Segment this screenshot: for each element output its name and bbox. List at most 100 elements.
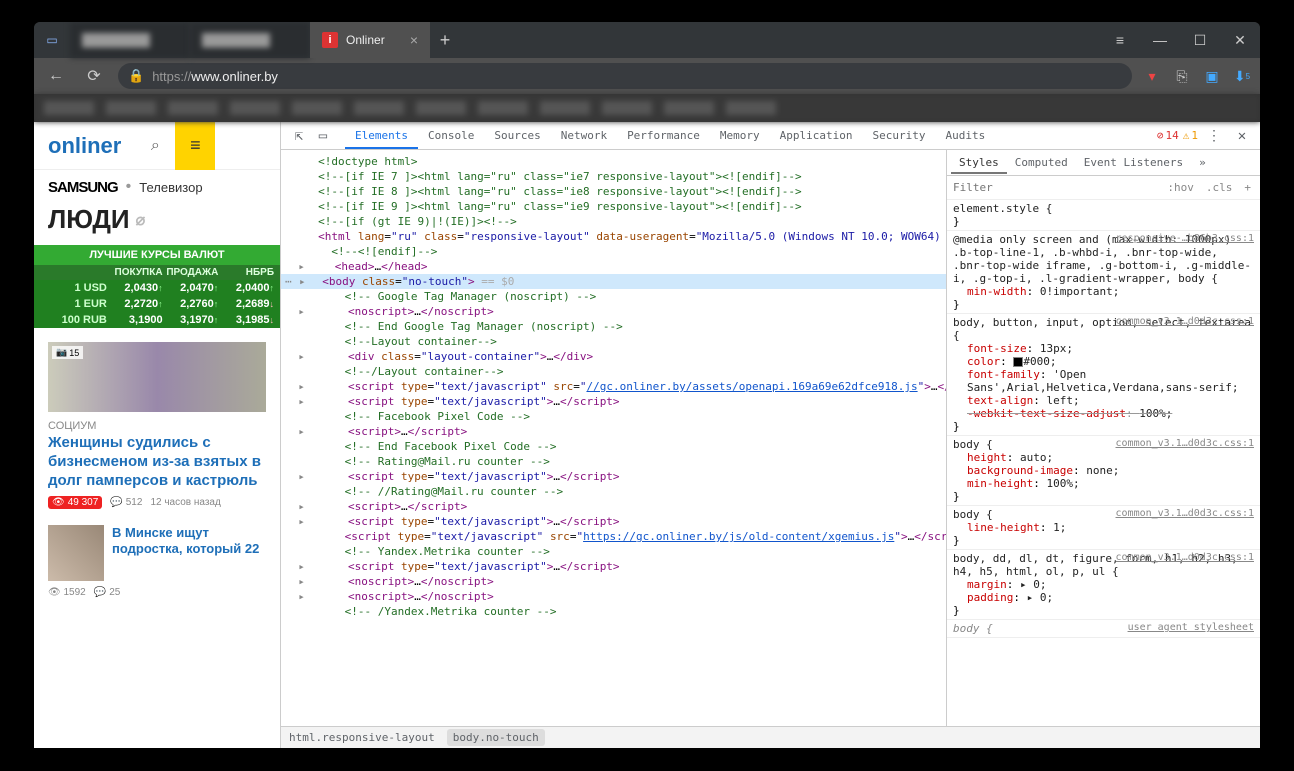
browser-tab[interactable]: ████████ bbox=[70, 22, 190, 58]
site-logo[interactable]: onliner bbox=[34, 133, 135, 159]
close-icon[interactable]: × bbox=[410, 32, 418, 48]
dom-node[interactable]: <!--/Layout container--> bbox=[281, 364, 946, 379]
styles-tab[interactable]: Computed bbox=[1007, 151, 1076, 174]
settings-icon[interactable]: ⋮ bbox=[1202, 128, 1226, 144]
article-title: В Минске ищут подростка, который 22 bbox=[112, 525, 266, 556]
download-icon[interactable]: ⬇5 bbox=[1232, 66, 1252, 86]
devtools-tab-elements[interactable]: Elements bbox=[345, 122, 418, 149]
url-host: www.onliner.by bbox=[191, 69, 278, 84]
dom-node[interactable]: <!--<![endif]--> bbox=[281, 244, 946, 259]
css-rule[interactable]: user agent stylesheetbody { bbox=[947, 620, 1260, 638]
dom-node[interactable]: <!-- End Facebook Pixel Code --> bbox=[281, 439, 946, 454]
minimize-icon[interactable]: — bbox=[1140, 22, 1180, 58]
dom-node[interactable]: ▸ <noscript>…</noscript> bbox=[281, 574, 946, 589]
dom-node[interactable]: <!-- //Rating@Mail.ru counter --> bbox=[281, 484, 946, 499]
dom-node[interactable]: <!-- Facebook Pixel Code --> bbox=[281, 409, 946, 424]
dom-node[interactable]: ▸ <head>…</head> bbox=[281, 259, 946, 274]
inspect-icon[interactable]: ⇱ bbox=[287, 128, 311, 144]
comments-count[interactable]: 💬 512 bbox=[110, 497, 142, 508]
dom-node[interactable]: ⋯▸ <body class="no-touch"> == $0 bbox=[281, 274, 946, 289]
devtools-tab-security[interactable]: Security bbox=[863, 122, 936, 149]
styles-filter-input[interactable] bbox=[953, 181, 1158, 194]
cls-toggle[interactable]: .cls bbox=[1203, 181, 1236, 194]
menu-icon[interactable]: ≡ bbox=[175, 122, 215, 170]
devtools-tab-application[interactable]: Application bbox=[770, 122, 863, 149]
close-window-icon[interactable]: ✕ bbox=[1220, 22, 1260, 58]
search-icon[interactable]: ⌕ bbox=[135, 137, 175, 155]
styles-tab[interactable]: Event Listeners bbox=[1076, 151, 1191, 174]
extension-icon[interactable]: ▣ bbox=[1202, 66, 1222, 86]
device-toggle-icon[interactable]: ▭ bbox=[311, 128, 335, 144]
new-tab-button[interactable]: + bbox=[430, 22, 460, 58]
devtools-tab-memory[interactable]: Memory bbox=[710, 122, 770, 149]
dom-node[interactable]: ▸ <div class="layout-container">…</div> bbox=[281, 349, 946, 364]
devtools-tab-audits[interactable]: Audits bbox=[936, 122, 996, 149]
dom-node[interactable]: ▸ <script type="text/javascript">…</scri… bbox=[281, 469, 946, 484]
browser-tab[interactable]: ████████ bbox=[190, 22, 310, 58]
devtools-tab-console[interactable]: Console bbox=[418, 122, 484, 149]
breadcrumb-item[interactable]: body.no-touch bbox=[447, 729, 545, 746]
close-devtools-icon[interactable]: ✕ bbox=[1230, 128, 1254, 144]
more-icon[interactable]: » bbox=[1191, 151, 1214, 174]
hov-toggle[interactable]: :hov bbox=[1164, 181, 1197, 194]
dom-node[interactable]: <script type="text/javascript" src="http… bbox=[281, 529, 946, 544]
ad-banner[interactable]: SAMSUNG • Телевизор bbox=[34, 170, 280, 202]
css-rule[interactable]: common_v3.1…d0d3c.css:1body, button, inp… bbox=[947, 314, 1260, 436]
css-rule[interactable]: common_v3.1…d0d3c.css:1body {line-height… bbox=[947, 506, 1260, 550]
rss-icon[interactable]: ⌀ bbox=[136, 210, 146, 230]
reload-button[interactable]: ⟳ bbox=[80, 62, 108, 90]
dom-node[interactable]: <!-- /Yandex.Metrika counter --> bbox=[281, 604, 946, 619]
section-heading[interactable]: ЛЮДИ ⌀ bbox=[48, 204, 266, 235]
browser-tab-active[interactable]: i Onliner × bbox=[310, 22, 430, 58]
dom-node[interactable]: ▸ <script>…</script> bbox=[281, 499, 946, 514]
css-rule[interactable]: responsive-…b86b3.css:1@media only scree… bbox=[947, 231, 1260, 314]
dom-node[interactable]: <!--[if (gt IE 9)|!(IE)]><!--> bbox=[281, 214, 946, 229]
dom-node[interactable]: <!-- Google Tag Manager (noscript) --> bbox=[281, 289, 946, 304]
article-image[interactable]: 📷 15 bbox=[48, 342, 266, 412]
css-rule[interactable]: common_v3.1…d0d3c.css:1body, dd, dl, dt,… bbox=[947, 550, 1260, 620]
article-category[interactable]: СОЦИУМ bbox=[34, 418, 280, 434]
article-title[interactable]: Женщины судились с бизнесменом из-за взя… bbox=[34, 434, 280, 496]
dom-node[interactable]: <!-- Rating@Mail.ru counter --> bbox=[281, 454, 946, 469]
dom-node[interactable]: ▸ <script>…</script> bbox=[281, 424, 946, 439]
dom-node[interactable]: ▸ <noscript>…</noscript> bbox=[281, 304, 946, 319]
devtools-tab-performance[interactable]: Performance bbox=[617, 122, 710, 149]
add-rule-icon[interactable]: + bbox=[1241, 181, 1254, 194]
css-rule[interactable]: common_v3.1…d0d3c.css:1body {height: aut… bbox=[947, 436, 1260, 506]
window-menu-icon[interactable]: ▭ bbox=[34, 33, 70, 47]
article-list-item[interactable]: В Минске ищут подростка, который 22 bbox=[34, 519, 280, 587]
dom-node[interactable]: ▸ <noscript>…</noscript> bbox=[281, 589, 946, 604]
tab-title: Onliner bbox=[346, 33, 385, 47]
dom-node[interactable]: ▸ <script type="text/javascript">…</scri… bbox=[281, 514, 946, 529]
styles-tab[interactable]: Styles bbox=[951, 151, 1007, 174]
back-button[interactable]: ← bbox=[42, 62, 70, 90]
currency-rates[interactable]: ЛУЧШИЕ КУРСЫ ВАЛЮТ ПОКУПКА ПРОДАЖА НБРБ … bbox=[34, 245, 280, 328]
dom-node[interactable]: ▸ <script type="text/javascript">…</scri… bbox=[281, 559, 946, 574]
dom-node[interactable]: <!-- Yandex.Metrika counter --> bbox=[281, 544, 946, 559]
dom-node[interactable]: ▸ <script type="text/javascript">…</scri… bbox=[281, 394, 946, 409]
warning-count[interactable]: ⚠ 1 bbox=[1183, 129, 1198, 142]
dom-tree[interactable]: <!doctype html> <!--[if IE 7 ]><html lan… bbox=[281, 150, 946, 726]
css-rule[interactable]: element.style {} bbox=[947, 200, 1260, 231]
dom-node[interactable]: <!doctype html> bbox=[281, 154, 946, 169]
dom-node[interactable]: <!--[if IE 7 ]><html lang="ru" class="ie… bbox=[281, 169, 946, 184]
bookmark-icon[interactable]: ▾ bbox=[1142, 66, 1162, 86]
extension-icon[interactable]: ⎘ bbox=[1172, 66, 1192, 86]
settings-icon[interactable]: ≡ bbox=[1100, 22, 1140, 58]
breadcrumb-item[interactable]: html.responsive-layout bbox=[289, 731, 435, 744]
maximize-icon[interactable]: ☐ bbox=[1180, 22, 1220, 58]
dom-node[interactable]: <html lang="ru" class="responsive-layout… bbox=[281, 229, 946, 244]
style-rules[interactable]: element.style {}responsive-…b86b3.css:1@… bbox=[947, 200, 1260, 726]
devtools-tab-network[interactable]: Network bbox=[551, 122, 617, 149]
dom-node[interactable]: <!--[if IE 9 ]><html lang="ru" class="ie… bbox=[281, 199, 946, 214]
dom-node[interactable]: <!--Layout container--> bbox=[281, 334, 946, 349]
dom-node[interactable]: <!--[if IE 8 ]><html lang="ru" class="ie… bbox=[281, 184, 946, 199]
devtools-tab-sources[interactable]: Sources bbox=[484, 122, 550, 149]
breadcrumb[interactable]: html.responsive-layout body.no-touch bbox=[281, 726, 1260, 748]
url-field[interactable]: 🔒 https://www.onliner.by bbox=[118, 63, 1132, 89]
webpage: onliner ⌕ ≡ SAMSUNG • Телевизор ЛЮДИ ⌀ Л… bbox=[34, 122, 280, 748]
dom-node[interactable]: <!-- End Google Tag Manager (noscript) -… bbox=[281, 319, 946, 334]
dom-node[interactable]: ▸ <script type="text/javascript" src="//… bbox=[281, 379, 946, 394]
error-count[interactable]: ⊘ 14 bbox=[1157, 129, 1179, 142]
styles-panel: StylesComputedEvent Listeners» :hov .cls… bbox=[946, 150, 1260, 726]
